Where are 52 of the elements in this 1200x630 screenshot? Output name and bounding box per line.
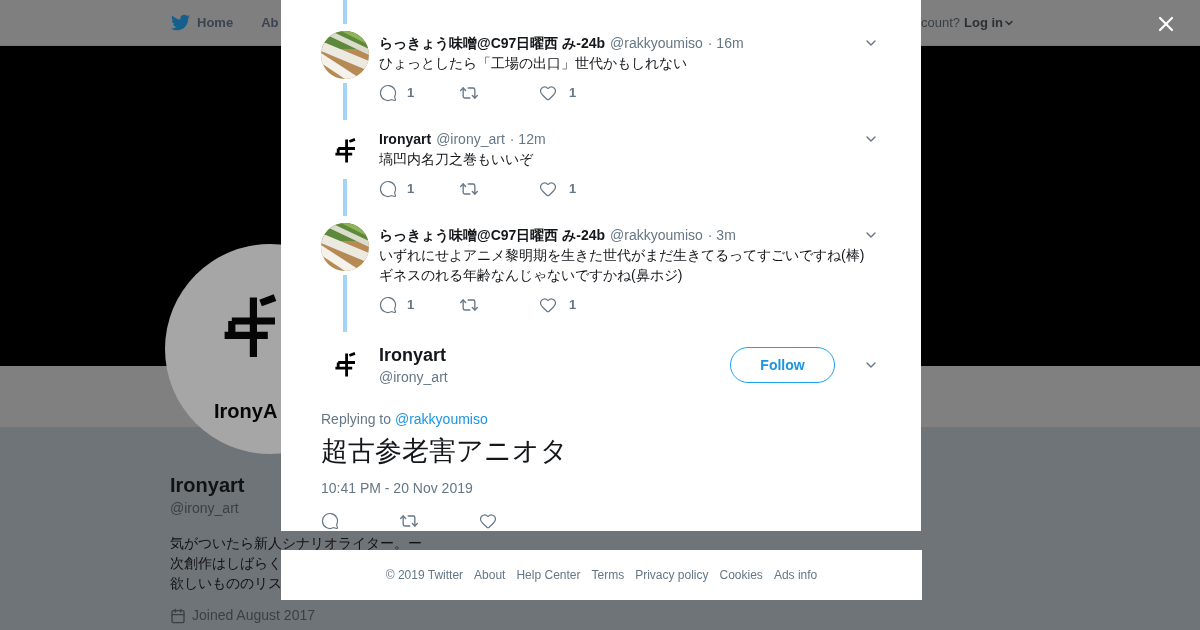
author-name[interactable]: Ironyart bbox=[379, 129, 432, 149]
tweet-timestamp: 10:41 PM - 20 Nov 2019 bbox=[321, 479, 474, 498]
tweet-text: 塙凹内名刀之巻もいいぞ bbox=[379, 150, 534, 169]
footer-link[interactable]: Help Center bbox=[516, 566, 581, 584]
footer-link[interactable]: Terms bbox=[591, 566, 625, 584]
author-handle[interactable]: @rakkyoumiso bbox=[610, 225, 703, 245]
like-icon[interactable] bbox=[479, 512, 497, 530]
like-count: 1 bbox=[569, 296, 577, 315]
tweet-time[interactable]: · 3m bbox=[707, 225, 736, 245]
login-link[interactable]: Log in bbox=[964, 12, 1015, 33]
footer-link[interactable]: Cookies bbox=[719, 566, 763, 584]
like-icon[interactable] bbox=[539, 296, 557, 314]
bio-line: 気がついたら新人シナリオライター。ー bbox=[170, 534, 422, 553]
reply-icon[interactable] bbox=[379, 84, 397, 102]
tweet-text: いずれにせよアニメ黎明期を生きた世代がまだ生きてるってすごいですね(棒) bbox=[379, 246, 866, 265]
reply-count: 1 bbox=[407, 296, 415, 315]
footer-link[interactable]: Privacy policy bbox=[635, 566, 709, 584]
author-name[interactable]: らっきょう味噌@C97日曜西 み-24b bbox=[379, 33, 605, 53]
reply-icon[interactable] bbox=[321, 512, 339, 530]
tweet-text: ひょっとしたら「工場の出口」世代かもしれない bbox=[379, 54, 688, 73]
author-name[interactable]: らっきょう味噌@C97日曜西 み-24b bbox=[379, 225, 605, 245]
author-name[interactable]: Ironyart bbox=[379, 343, 448, 367]
author-handle[interactable]: @irony_art bbox=[379, 367, 448, 387]
footer-link[interactable]: Ads info bbox=[773, 566, 818, 584]
like-icon[interactable] bbox=[539, 84, 557, 102]
author-handle[interactable]: @irony_art bbox=[436, 129, 505, 149]
nav-link[interactable]: Home bbox=[197, 12, 234, 33]
tweet-time[interactable]: · 12m bbox=[509, 129, 546, 149]
reply-count: 1 bbox=[407, 180, 415, 199]
bio-line: 欲しいもののリス bbox=[170, 574, 282, 593]
account-prompt: count? bbox=[920, 13, 960, 32]
footer-link[interactable]: © 2019 Twitter bbox=[385, 566, 464, 584]
footer-link[interactable]: About bbox=[474, 566, 506, 584]
reply-icon[interactable] bbox=[379, 180, 397, 198]
logo-icon bbox=[333, 352, 357, 378]
nav-link[interactable]: Ab bbox=[261, 12, 279, 33]
like-count: 1 bbox=[569, 84, 577, 103]
author-handle[interactable]: @rakkyoumiso bbox=[610, 33, 703, 53]
like-count: 1 bbox=[569, 180, 577, 199]
tweet-text: ギネスのれる年齢なんじゃないですかね(鼻ホジ) bbox=[379, 266, 684, 285]
profile-name: Ironyart bbox=[170, 473, 245, 497]
like-icon[interactable] bbox=[539, 180, 557, 198]
avatar-wordmark: IronyA bbox=[214, 399, 278, 424]
handle-link[interactable]: @rakkyoumiso bbox=[394, 411, 488, 427]
logo-icon bbox=[333, 138, 357, 164]
tweet-text: 超古参老害アニオタ bbox=[321, 435, 569, 467]
reply-count: 1 bbox=[407, 84, 415, 103]
replying-to-text: Replying to @rakkyoumiso bbox=[321, 410, 489, 429]
bio-line: 次創作はしばらく bbox=[170, 554, 282, 573]
calendar-icon bbox=[170, 607, 186, 624]
tweet-time[interactable]: · 16m bbox=[707, 33, 744, 53]
reply-icon[interactable] bbox=[379, 296, 397, 314]
